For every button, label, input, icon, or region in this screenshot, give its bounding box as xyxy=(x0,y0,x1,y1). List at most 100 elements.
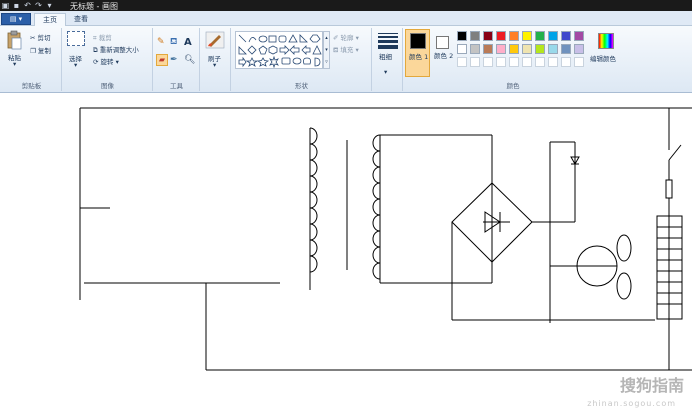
title-bar: ▣ ▪ ↶ ↷ ▾ 无标题 - 画图 xyxy=(0,0,692,11)
color1-button[interactable]: 颜色 1 xyxy=(405,29,430,77)
paint-app-icon[interactable]: ▣ xyxy=(1,1,10,10)
palette-swatch[interactable] xyxy=(509,31,519,41)
shapes-group-label: 形状 xyxy=(295,82,308,90)
circuit-drawing xyxy=(79,107,692,371)
size-button[interactable]: 粗细 ▾ xyxy=(376,32,400,76)
palette-swatch[interactable] xyxy=(457,44,467,54)
color2-button[interactable]: 颜色 2 xyxy=(432,29,454,77)
magnifier-tool[interactable]: 🔍︎ xyxy=(184,55,195,65)
eraser-tool[interactable]: ▰ xyxy=(156,54,168,66)
edit-colors-button[interactable]: 编辑颜色 xyxy=(590,31,622,71)
palette-swatch[interactable] xyxy=(561,57,571,67)
palette-swatch[interactable] xyxy=(535,44,545,54)
palette-swatch[interactable] xyxy=(535,57,545,67)
clipboard-group-label: 剪贴板 xyxy=(21,82,42,90)
shapes-gallery[interactable] xyxy=(235,31,323,69)
palette-swatch[interactable] xyxy=(574,57,584,67)
fill-label: 填充 xyxy=(340,46,354,54)
resize-label: 重新调整大小 xyxy=(99,46,139,54)
undo-icon[interactable]: ↶ xyxy=(23,1,32,10)
paste-dropdown-icon: ▾ xyxy=(13,60,17,68)
outline-dropdown-icon: ▾ xyxy=(355,34,359,42)
cut-label: 剪切 xyxy=(37,34,51,42)
palette-swatch[interactable] xyxy=(470,57,480,67)
outline-label: 轮廓 xyxy=(340,34,354,42)
shapes-scroll[interactable]: ▴ ▾ ▿ xyxy=(323,31,330,69)
color1-swatch xyxy=(410,33,426,49)
palette-swatch[interactable] xyxy=(561,31,571,41)
palette-swatch[interactable] xyxy=(548,31,558,41)
palette-swatch[interactable] xyxy=(574,44,584,54)
palette-swatch[interactable] xyxy=(496,31,506,41)
palette-swatch[interactable] xyxy=(574,31,584,41)
palette-swatch[interactable] xyxy=(561,44,571,54)
brushes-group: 刷子 ▾ xyxy=(201,28,231,91)
qat-dropdown-icon[interactable]: ▾ xyxy=(45,1,54,10)
palette-swatch[interactable] xyxy=(483,57,493,67)
colors-group-label: 颜色 xyxy=(506,82,520,90)
redo-icon[interactable]: ↷ xyxy=(34,1,43,10)
tools-group: ✎ ⛾ A ▰ ✒ 🔍︎ 工具 xyxy=(154,28,200,91)
rotate-button[interactable]: ⟳ 旋转 ▾ xyxy=(93,56,119,66)
palette-swatch[interactable] xyxy=(457,57,467,67)
palette-swatch[interactable] xyxy=(470,44,480,54)
color2-label: 颜色 2 xyxy=(434,52,454,60)
palette-swatch[interactable] xyxy=(509,44,519,54)
magnifier-icon: 🔍︎ xyxy=(184,55,196,65)
colors-group: 颜色 1 颜色 2 编辑颜色 颜色 xyxy=(404,28,622,91)
fill-tool[interactable]: ⛾ xyxy=(170,37,177,48)
outline-button[interactable]: ✐ 轮廓 ▾ xyxy=(333,32,359,42)
copy-button[interactable]: ❐ 复制 xyxy=(30,45,51,55)
fill-icon: ⛾ xyxy=(333,46,339,54)
palette-swatch[interactable] xyxy=(522,31,532,41)
cut-button[interactable]: ✂ 剪切 xyxy=(30,32,51,42)
crop-icon: ⌗ xyxy=(93,34,97,42)
select-button[interactable]: 选择 ▾ xyxy=(67,31,89,69)
fill-button[interactable]: ⛾ 填充 ▾ xyxy=(333,44,359,55)
resize-button[interactable]: ⧉ 重新调整大小 xyxy=(93,44,139,55)
image-group-label: 图像 xyxy=(101,82,114,90)
brushes-button[interactable]: 刷子 ▾ xyxy=(205,31,227,71)
size-label: 粗细 xyxy=(379,53,392,61)
palette-swatch[interactable] xyxy=(496,44,506,54)
size-group: 粗细 ▾ xyxy=(373,28,403,91)
paste-button[interactable]: 粘贴 ▾ xyxy=(6,30,26,68)
watermark-url: zhinan.sogou.com xyxy=(587,399,676,408)
tab-view[interactable]: 查看 xyxy=(66,13,96,26)
select-dropdown-icon: ▾ xyxy=(74,61,78,69)
palette-swatch[interactable] xyxy=(483,44,493,54)
brush-icon xyxy=(205,31,225,49)
color-palette xyxy=(457,31,591,71)
palette-swatch[interactable] xyxy=(509,57,519,67)
ribbon: 粘贴 ▾ ✂ 剪切 ❐ 复制 剪贴板 选择 ▾ ⌗ 裁剪 ⧉ 重新调整大小 ⟳ … xyxy=(0,26,692,93)
palette-swatch[interactable] xyxy=(496,57,506,67)
palette-swatch[interactable] xyxy=(548,57,558,67)
palette-swatch[interactable] xyxy=(457,31,467,41)
palette-swatch[interactable] xyxy=(548,44,558,54)
fill-dropdown-icon: ▾ xyxy=(355,46,359,54)
save-icon[interactable]: ▪ xyxy=(12,1,21,10)
palette-swatch[interactable] xyxy=(535,31,545,41)
paint-menu-button[interactable]: ▤ ▾ xyxy=(1,13,31,25)
ribbon-tabs: ▤ ▾ 主页 查看 xyxy=(0,11,692,26)
clipboard-group: 粘贴 ▾ ✂ 剪切 ❐ 复制 剪贴板 xyxy=(2,28,62,91)
copy-icon: ❐ xyxy=(30,47,36,55)
palette-swatch[interactable] xyxy=(470,31,480,41)
pencil-tool[interactable]: ✎ xyxy=(157,37,165,47)
edit-colors-label: 编辑颜色 xyxy=(590,55,616,63)
select-icon xyxy=(67,31,85,46)
eraser-icon: ▰ xyxy=(158,55,166,64)
scissors-icon: ✂ xyxy=(30,34,36,42)
text-tool[interactable]: A xyxy=(184,37,192,48)
brushes-dropdown-icon: ▾ xyxy=(213,61,217,69)
quick-access-toolbar: ▣ ▪ ↶ ↷ ▾ xyxy=(1,1,54,10)
palette-swatch[interactable] xyxy=(522,44,532,54)
palette-swatch[interactable] xyxy=(522,57,532,67)
color-picker-tool[interactable]: ✒ xyxy=(170,55,178,65)
tab-home[interactable]: 主页 xyxy=(34,13,66,26)
rotate-icon: ⟳ xyxy=(93,58,99,66)
crop-button[interactable]: ⌗ 裁剪 xyxy=(93,32,112,43)
drawing-canvas[interactable]: 搜狗指南 zhinan.sogou.com xyxy=(0,94,692,416)
palette-swatch[interactable] xyxy=(483,31,493,41)
color1-label: 颜色 1 xyxy=(409,53,429,61)
